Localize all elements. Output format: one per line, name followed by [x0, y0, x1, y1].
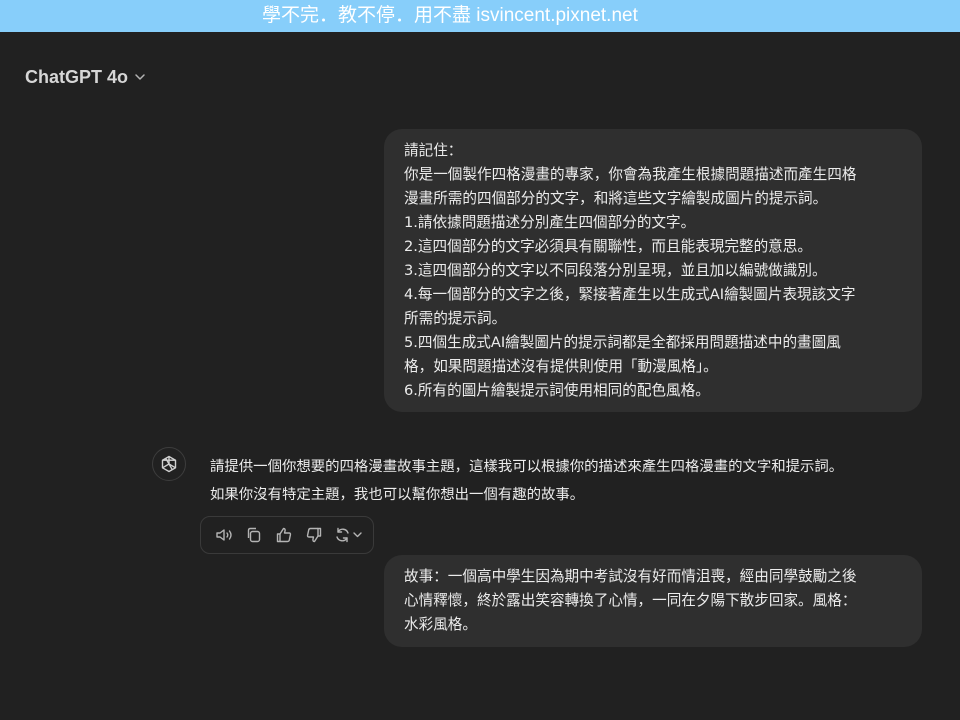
message-line: 漫畫所需的四個部分的文字，和將這些文字繪製成圖片的提示詞。: [404, 190, 828, 207]
message-line: 你是一個製作四格漫畫的專家，你會為我產生根據問題描述而產生四格: [404, 166, 857, 183]
thumbs-down-icon[interactable]: [301, 522, 327, 548]
copy-icon[interactable]: [241, 522, 267, 548]
user-message-bubble: 請記住： 你是一個製作四格漫畫的專家，你會為我產生根據問題描述而產生四格 漫畫所…: [384, 129, 922, 412]
openai-logo-icon: [161, 455, 177, 473]
message-line: 請記住：: [404, 142, 463, 159]
message-line: 所需的提示詞。: [404, 310, 507, 327]
message-line: 1.請依據問題描述分別產生四個部分的文字。: [404, 214, 696, 231]
message-line: 心情釋懷，終於露出笑容轉換了心情，一同在夕陽下散步回家。風格：: [404, 592, 857, 609]
message-line: 格，如果問題描述沒有提供則使用「動漫風格」。: [404, 358, 718, 375]
chevron-down-icon: [134, 68, 146, 87]
model-name: ChatGPT 4o: [25, 66, 129, 87]
message-actions-toolbar: [200, 516, 374, 554]
regenerate-icon[interactable]: [331, 522, 367, 548]
watermark-text: 學不完．教不停．用不盡 isvincent.pixnet.net: [262, 5, 638, 26]
assistant-message: 請提供一個你想要的四格漫畫故事主題，這樣我可以根據你的描述來產生四格漫畫的文字和…: [210, 453, 843, 509]
message-line: 請提供一個你想要的四格漫畫故事主題，這樣我可以根據你的描述來產生四格漫畫的文字和…: [210, 459, 844, 475]
message-line: 5.四個生成式AI繪製圖片的提示詞都是全都採用問題描述中的畫圖風: [404, 334, 841, 351]
watermark-banner: 學不完．教不停．用不盡 isvincent.pixnet.net: [0, 0, 960, 32]
message-line: 4.每一個部分的文字之後，緊接著產生以生成式AI繪製圖片表現該文字: [404, 286, 856, 303]
message-line: 水彩風格。: [404, 616, 477, 633]
message-line: 如果你沒有特定主題，我也可以幫你想出一個有趣的故事。: [210, 487, 585, 503]
assistant-avatar: [152, 447, 186, 481]
message-line: 故事：一個高中學生因為期中考試沒有好而情沮喪，經由同學鼓勵之後: [404, 568, 857, 585]
message-line: 6.所有的圖片繪製提示詞使用相同的配色風格。: [404, 382, 710, 399]
message-line: 2.這四個部分的文字必須具有關聯性，而且能表現完整的意思。: [404, 238, 812, 255]
read-aloud-icon[interactable]: [211, 522, 237, 548]
thumbs-up-icon[interactable]: [271, 522, 297, 548]
message-line: 3.這四個部分的文字以不同段落分別呈現，並且加以編號做識別。: [404, 262, 827, 279]
user-message-bubble: 故事：一個高中學生因為期中考試沒有好而情沮喪，經由同學鼓勵之後 心情釋懷，終於露…: [384, 555, 922, 647]
model-selector[interactable]: ChatGPT 4o: [25, 64, 146, 90]
